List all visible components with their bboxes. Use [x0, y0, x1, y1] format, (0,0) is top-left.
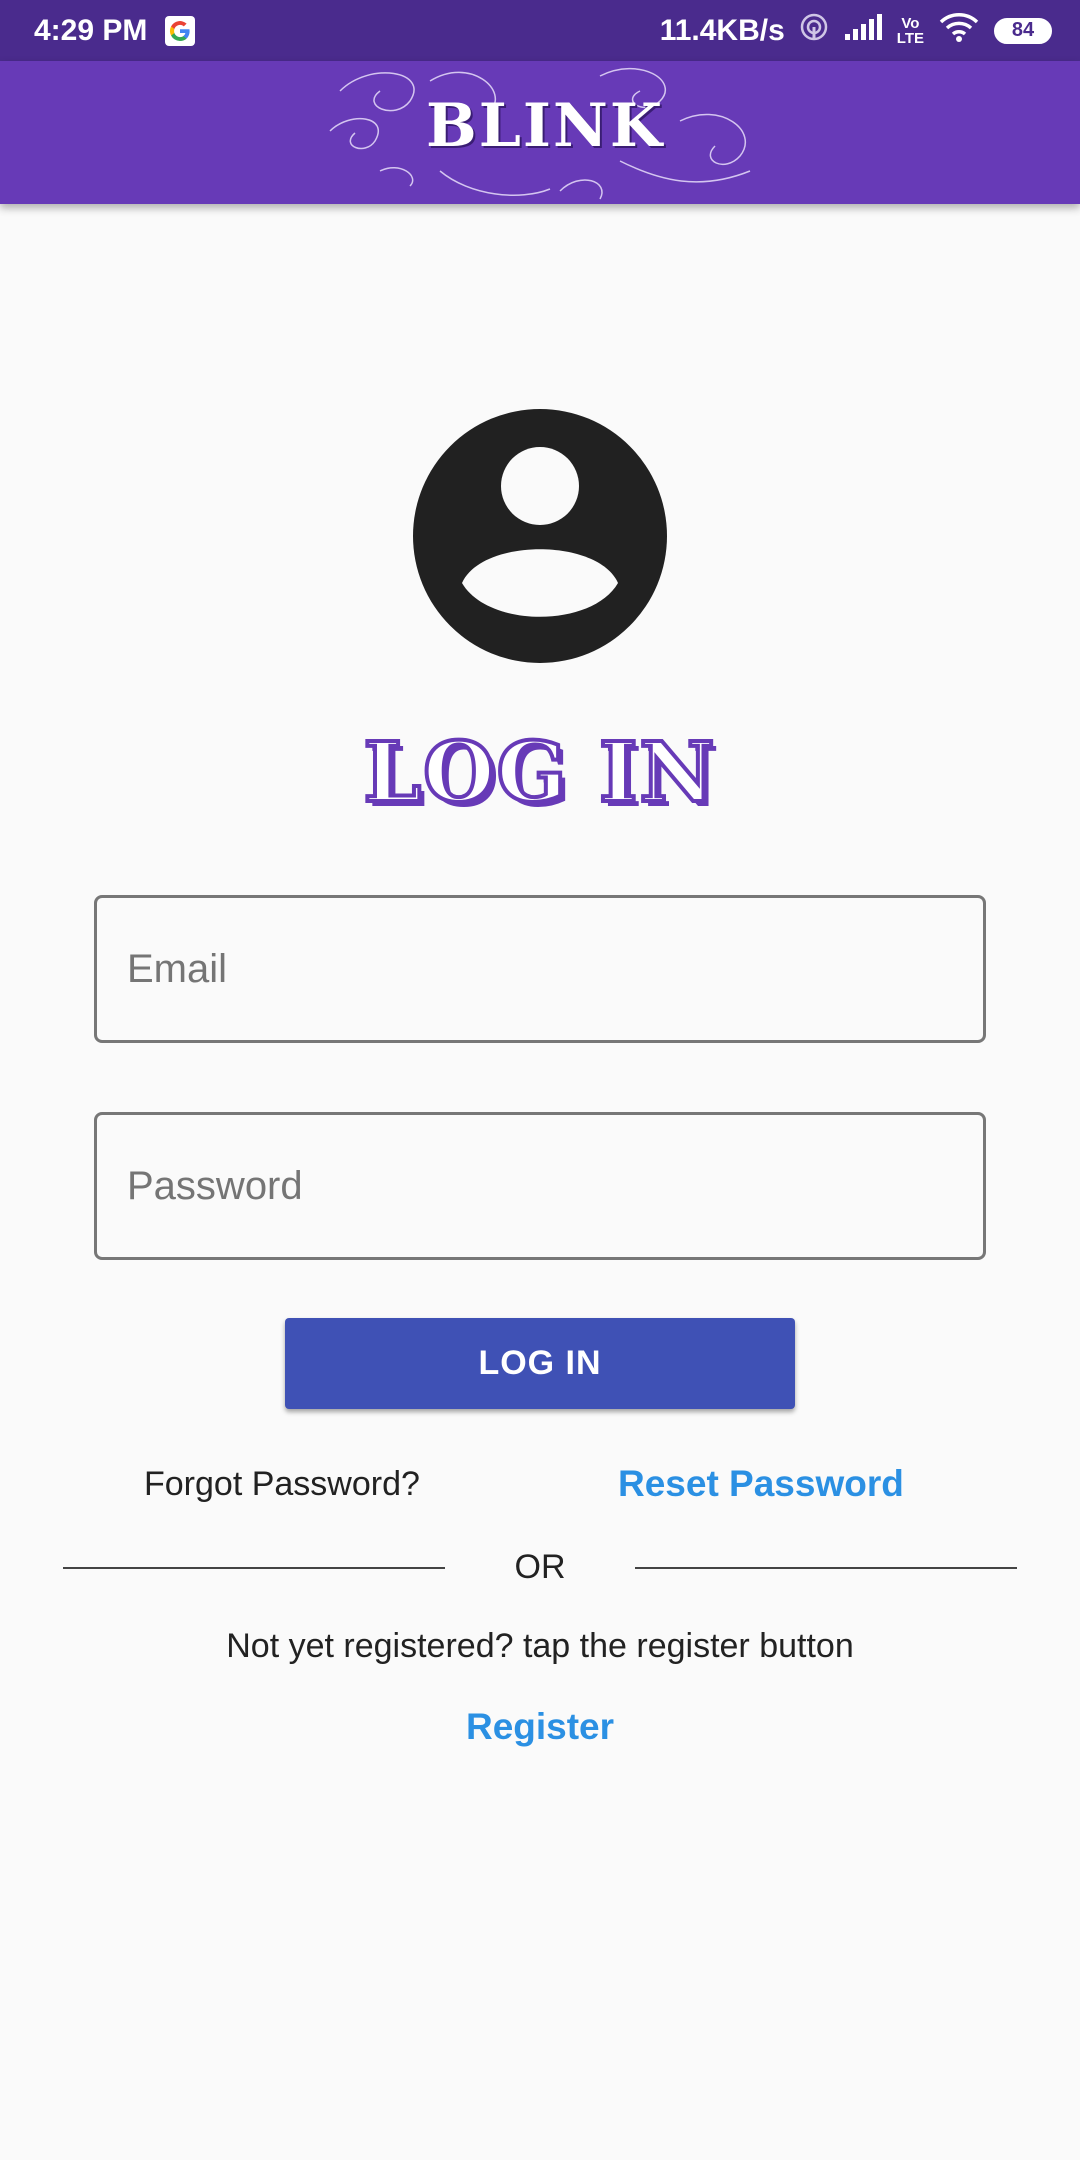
- battery-level: 84: [1011, 19, 1035, 41]
- volte-bottom-label: LTE: [896, 29, 924, 47]
- password-field[interactable]: [94, 1112, 986, 1260]
- signal-icon: [843, 12, 883, 50]
- divider-left: [63, 1567, 445, 1569]
- status-right: 11.4KB/s Vo LTE 84: [660, 0, 1052, 61]
- status-left: 4:29 PM: [34, 0, 196, 61]
- not-registered-text: Not yet registered? tap the register but…: [226, 1627, 854, 1665]
- logo-text: BLINK: [426, 91, 664, 161]
- page-title: LOG IN: [362, 723, 717, 823]
- google-icon: [165, 15, 196, 46]
- register-link[interactable]: Register: [0, 1706, 1080, 1748]
- forgot-password-label: Forgot Password?: [144, 1465, 420, 1503]
- network-speed: 11.4KB/s: [659, 13, 785, 47]
- app-logo: BLINK: [320, 61, 770, 204]
- reset-password-link[interactable]: Reset Password: [618, 1463, 904, 1505]
- wifi-icon: [938, 11, 980, 51]
- login-button[interactable]: LOG IN: [285, 1318, 795, 1409]
- hotspot-icon: [799, 12, 829, 50]
- email-field[interactable]: [94, 895, 986, 1043]
- status-bar: 4:29 PM 11.4KB/s Vo LTE 84: [0, 0, 1080, 61]
- or-divider-text: OR: [514, 1548, 566, 1586]
- divider-right: [635, 1567, 1017, 1569]
- status-time: 4:29 PM: [34, 13, 148, 47]
- battery-icon: 84: [994, 17, 1052, 44]
- avatar-icon: [412, 408, 668, 664]
- volte-icon: Vo LTE: [897, 16, 924, 46]
- app-bar: BLINK: [0, 61, 1080, 204]
